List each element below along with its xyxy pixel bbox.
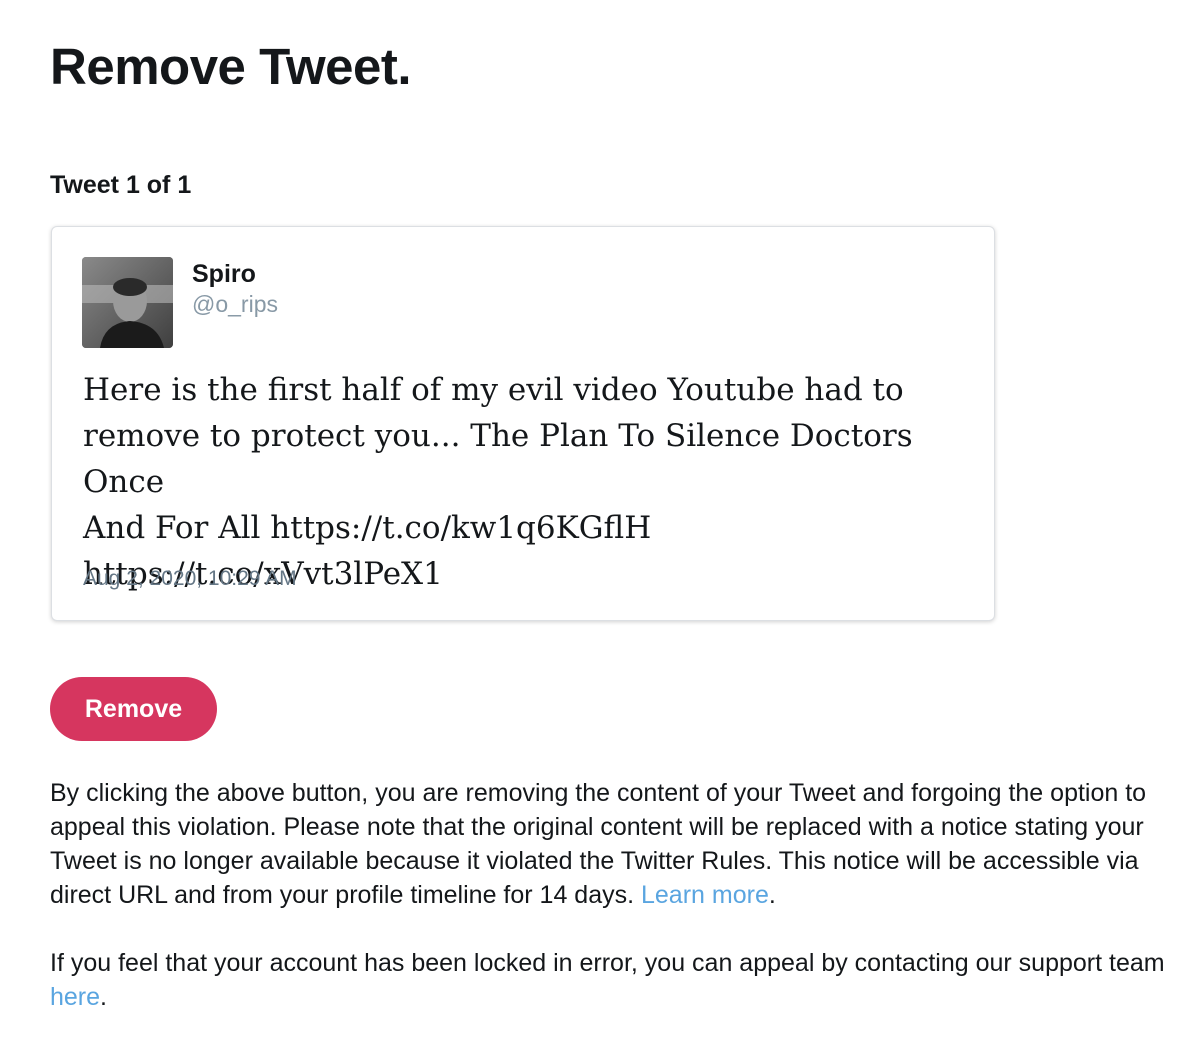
learn-more-link[interactable]: Learn more xyxy=(641,881,769,909)
appeal-notice-text: If you feel that your account has been l… xyxy=(50,949,1165,977)
appeal-notice: If you feel that your account has been l… xyxy=(50,946,1170,1014)
tweet-timestamp: Aug 2, 2020, 10:29 AM xyxy=(83,567,297,590)
appeal-notice-suffix: . xyxy=(100,983,107,1011)
remove-button[interactable]: Remove xyxy=(50,677,217,741)
tweet-author-handle: @o_rips xyxy=(192,291,278,317)
user-avatar-photo-icon xyxy=(82,257,173,348)
tweet-author-name: Spiro xyxy=(192,260,256,288)
removal-notice: By clicking the above button, you are re… xyxy=(50,776,1170,912)
support-link[interactable]: here xyxy=(50,983,100,1011)
tweet-text-line: remove to protect you... The Plan To Sil… xyxy=(83,418,913,500)
tweet-text: Here is the first half of my evil video … xyxy=(83,367,973,597)
page-title: Remove Tweet. xyxy=(50,38,412,95)
tweet-counter: Tweet 1 of 1 xyxy=(50,171,192,199)
removal-notice-text: By clicking the above button, you are re… xyxy=(50,779,1147,909)
removal-notice-suffix: . xyxy=(768,881,776,909)
tweet-text-line: Here is the first half of my evil video … xyxy=(83,372,904,408)
tweet-text-line: And For All https://t.co/kw1q6KGflH xyxy=(83,510,652,546)
avatar xyxy=(82,257,173,348)
tweet-card: Spiro @o_rips Here is the first half of … xyxy=(51,226,995,621)
